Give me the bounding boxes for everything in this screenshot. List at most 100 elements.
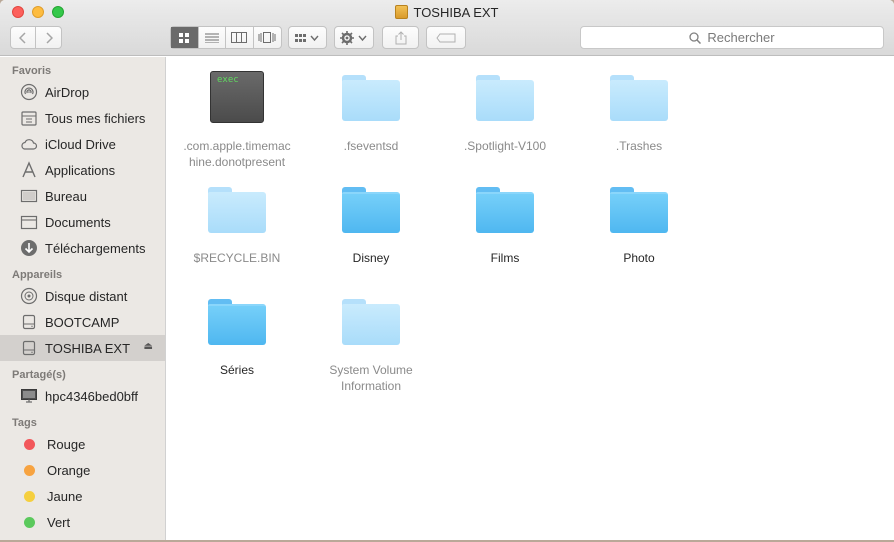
sidebar-item-label: Vert <box>47 514 71 530</box>
folder-name: Disney <box>352 251 390 265</box>
gear-icon <box>340 30 367 45</box>
sidebar-item-bootcamp[interactable]: BOOTCAMP <box>0 309 165 335</box>
finder-window: TOSHIBA EXT Rechercher Favoris AirDrop T… <box>0 0 894 540</box>
sidebar-item-label: Téléchargements <box>45 240 146 256</box>
folder-name: Séries <box>219 363 254 377</box>
window-title: TOSHIBA EXT <box>0 5 894 20</box>
sidebar-section-shared: Partagé(s) <box>12 369 66 381</box>
drive-icon <box>20 313 38 331</box>
sidebar-item-applications[interactable]: Applications <box>0 157 165 183</box>
folder-name: $RECYCLE.BIN <box>193 251 281 265</box>
folder-item[interactable]: Séries <box>167 295 307 378</box>
sidebar-tag-rouge[interactable]: Rouge <box>0 431 165 457</box>
list-icon <box>204 33 219 43</box>
folder-icon <box>208 187 266 233</box>
folder-icon <box>208 299 266 345</box>
sidebar-item-label: BOOTCAMP <box>45 314 120 330</box>
sidebar-section-tags: Tags <box>12 417 37 429</box>
sidebar-item-hpc4346bed0bff[interactable]: hpc4346bed0bff <box>0 383 165 409</box>
folder-name: Films <box>490 251 520 265</box>
eject-icon[interactable]: ⏏ <box>144 341 153 352</box>
search-placeholder: Rechercher <box>707 30 775 45</box>
folder-item[interactable]: .Trashes <box>569 71 709 154</box>
back-button[interactable] <box>11 27 37 48</box>
list-view-button[interactable] <box>199 27 226 48</box>
sidebar-item-all-files[interactable]: Tous mes fichiers <box>0 105 165 131</box>
search-field[interactable]: Rechercher <box>580 26 884 49</box>
sidebar-item-label: TOSHIBA EXT <box>45 340 131 356</box>
folder-item[interactable]: Films <box>435 183 575 266</box>
chevron-left-icon <box>19 31 26 44</box>
downloads-icon <box>20 239 38 257</box>
arrange-grid-icon <box>294 33 319 42</box>
folder-icon <box>610 187 668 233</box>
cover-flow-button[interactable] <box>254 27 281 48</box>
sidebar-item-bureau[interactable]: Bureau <box>0 183 165 209</box>
arrange-button[interactable] <box>288 26 327 49</box>
folder-name: .Spotlight-V100 <box>463 139 547 153</box>
sidebar-section-favorites: Favoris <box>12 65 52 77</box>
sidebar-tag-vert[interactable]: Vert <box>0 509 165 535</box>
folder-icon <box>342 187 400 233</box>
folder-item[interactable]: Photo <box>569 183 709 266</box>
sidebar-item-downloads[interactable]: Téléchargements <box>0 235 165 261</box>
drive-icon <box>395 5 409 19</box>
folder-name: Photo <box>623 251 655 265</box>
sidebar-tag-jaune[interactable]: Jaune <box>0 483 165 509</box>
column-view-button[interactable] <box>226 27 254 48</box>
file-item[interactable]: exec .com.apple.timemac hine.donotpresent <box>167 71 307 170</box>
view-mode-control <box>170 26 282 49</box>
folder-name: .Trashes <box>615 139 663 153</box>
share-icon <box>395 30 406 44</box>
computer-icon <box>20 387 38 405</box>
sidebar-item-label: Orange <box>47 462 91 478</box>
grid-icon <box>179 32 190 43</box>
green-tag-dot <box>24 516 35 528</box>
sidebar-item-remote-disc[interactable]: Disque distant <box>0 283 165 309</box>
sidebar-item-documents[interactable]: Documents <box>0 209 165 235</box>
folder-item[interactable]: .Spotlight-V100 <box>435 71 575 154</box>
orange-tag-dot <box>24 464 35 476</box>
sidebar-item-label: Jaune <box>47 488 83 504</box>
sidebar-tag-orange[interactable]: Orange <box>0 457 165 483</box>
tag-icon <box>436 33 456 42</box>
folder-icon <box>342 299 400 345</box>
drive-icon <box>20 339 38 357</box>
folder-item[interactable]: Disney <box>301 183 441 266</box>
search-icon <box>689 31 702 44</box>
forward-button[interactable] <box>36 27 61 48</box>
back-forward-buttons <box>10 26 62 49</box>
tag-button[interactable] <box>426 26 466 49</box>
cover-flow-icon <box>258 32 276 43</box>
sidebar-item-label: Rouge <box>47 436 86 452</box>
columns-icon <box>231 32 248 43</box>
exec-file-icon: exec <box>210 71 264 123</box>
desktop-icon <box>20 187 38 205</box>
sidebar: Favoris AirDrop Tous mes fichiers iCloud… <box>0 57 166 540</box>
folder-icon <box>342 75 400 121</box>
sidebar-item-label: Bureau <box>45 188 87 204</box>
sidebar-item-label: Documents <box>45 214 111 230</box>
folder-name: .fseventsd <box>343 139 399 153</box>
sidebar-section-devices: Appareils <box>12 269 63 281</box>
sidebar-item-label: Applications <box>45 162 116 178</box>
folder-item[interactable]: .fseventsd <box>301 71 441 154</box>
sidebar-item-label: Disque distant <box>45 288 128 304</box>
folder-item[interactable]: $RECYCLE.BIN <box>167 183 307 266</box>
yellow-tag-dot <box>24 490 35 502</box>
airdrop-icon <box>20 83 38 101</box>
sidebar-item-label: iCloud Drive <box>45 136 116 152</box>
file-name: .com.apple.timemac hine.donotpresent <box>183 139 291 169</box>
icon-view-button[interactable] <box>171 27 199 48</box>
action-menu-button[interactable] <box>334 26 374 49</box>
share-button[interactable] <box>382 26 419 49</box>
sidebar-item-airdrop[interactable]: AirDrop <box>0 79 165 105</box>
sidebar-item-icloud-drive[interactable]: iCloud Drive <box>0 131 165 157</box>
folder-item[interactable]: System Volume Information <box>301 295 441 394</box>
cloud-icon <box>20 135 38 153</box>
folder-icon <box>610 75 668 121</box>
red-tag-dot <box>24 438 35 450</box>
sidebar-item-toshiba-ext[interactable]: TOSHIBA EXT ⏏ <box>0 335 165 361</box>
folder-icon <box>476 75 534 121</box>
folder-icon <box>476 187 534 233</box>
